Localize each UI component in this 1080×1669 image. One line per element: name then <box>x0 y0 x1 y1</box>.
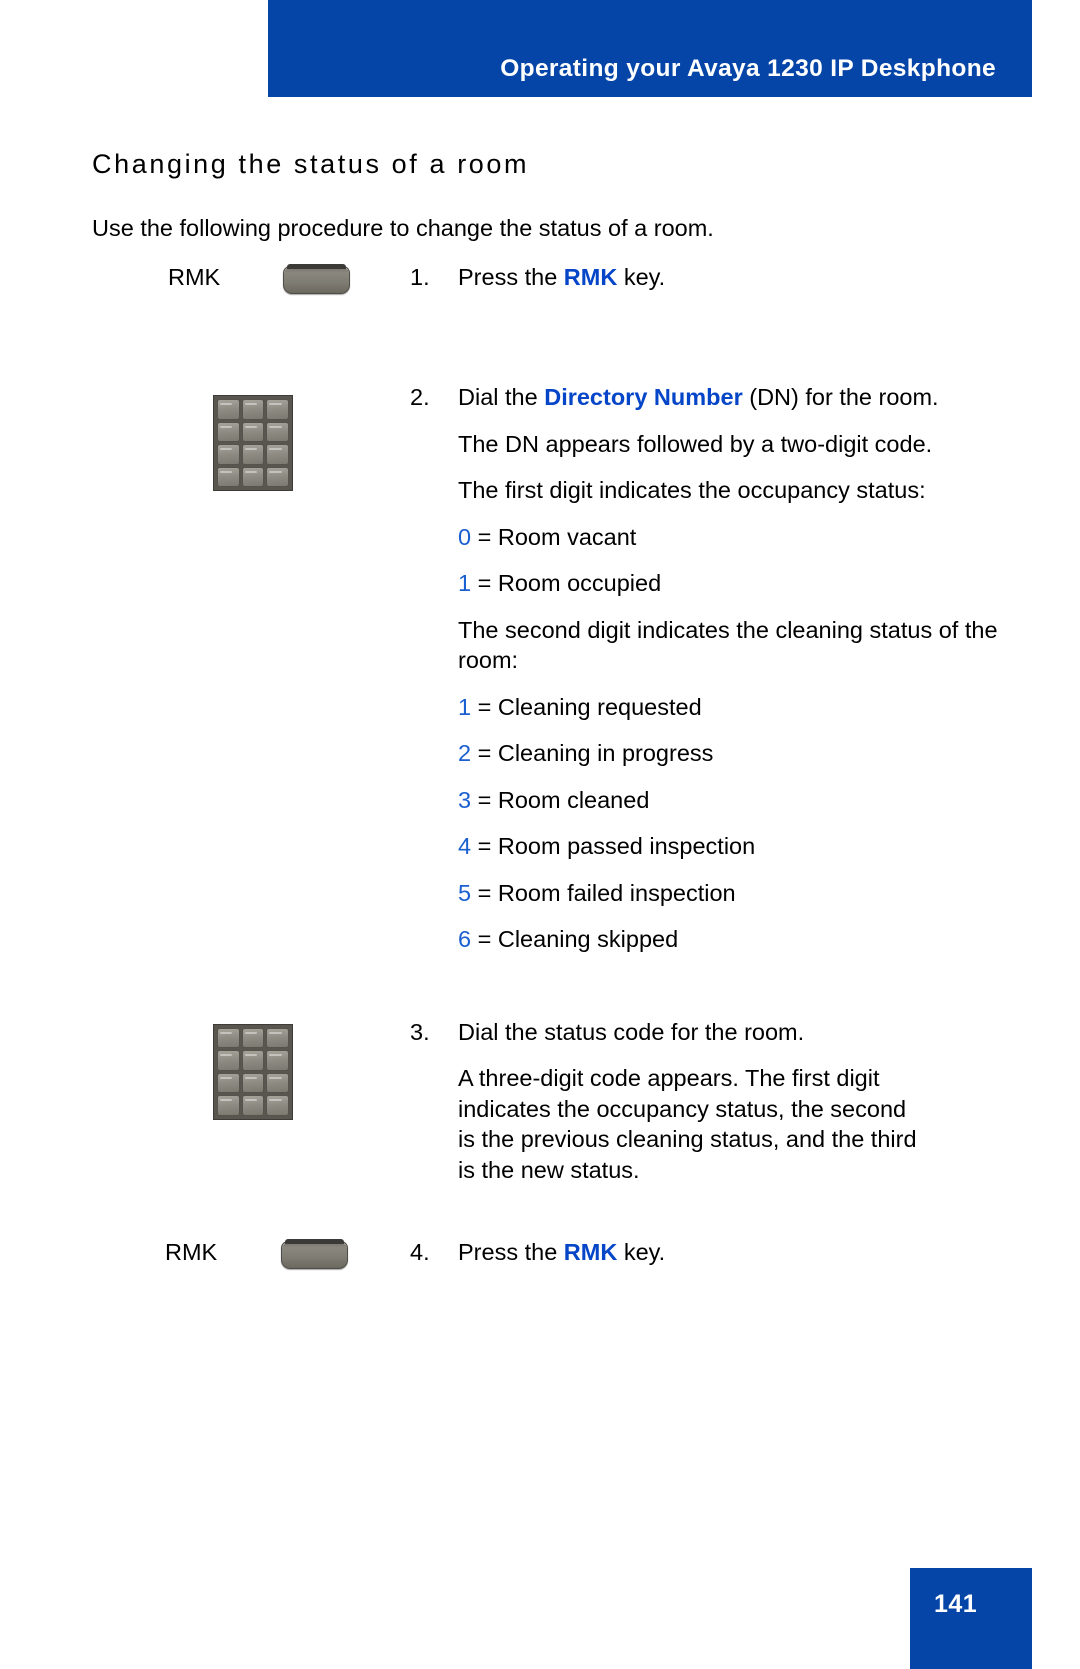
step-keyword: RMK <box>563 264 618 290</box>
step-row: 3. Dial the status code for the room. A … <box>0 1017 1080 1186</box>
code-digit: 0 <box>458 523 472 550</box>
keypad-key <box>266 1050 289 1071</box>
step-4-body: 4. Press the RMK key. <box>410 1237 1080 1268</box>
cleaning-intro-paragraph: The second digit indicates the cleaning … <box>458 616 998 674</box>
step-row: RMK 4. Press the RMK key. <box>0 1237 1080 1297</box>
keypad-key <box>241 1095 265 1116</box>
page-number: 141 <box>934 1590 978 1618</box>
cleaning-code-item: 1 = Cleaning requested <box>458 692 1040 723</box>
step-number: 1. <box>410 264 430 290</box>
code-label: = Room failed inspection <box>471 879 736 906</box>
code-digit: 5 <box>458 879 472 906</box>
page-number-box: 141 <box>910 1568 1032 1669</box>
step-text-after: key. <box>617 1239 666 1265</box>
occupancy-code-item: 1 = Room occupied <box>458 568 1040 599</box>
keypad-key <box>217 444 240 465</box>
step-subparagraph: The DN appears followed by a two-digit c… <box>458 430 933 457</box>
code-digit: 4 <box>458 833 472 859</box>
step-4-art: RMK <box>0 1237 410 1297</box>
step-text-before: Press the <box>458 1239 564 1265</box>
step-number: 3. <box>410 1018 430 1045</box>
step-row: 2. Dial the Directory Number (DN) for th… <box>0 382 1080 955</box>
keypad-key <box>241 444 265 465</box>
keypad-key <box>241 1027 265 1048</box>
code-label: = Room occupied <box>471 570 662 596</box>
step-text: Dial the status code for the room. <box>458 1018 805 1045</box>
keypad-key <box>266 421 289 442</box>
code-label: = Room passed inspection <box>471 833 756 859</box>
keypad-key <box>241 466 265 487</box>
step-text-after: key. <box>617 264 666 290</box>
keypad-key <box>266 1072 289 1093</box>
code-label: = Room vacant <box>471 523 637 550</box>
step-text-before: Dial the <box>458 384 545 410</box>
keypad-icon <box>213 1023 293 1120</box>
procedure-steps: RMK 1. Press the RMK key. 2. Dial the Di… <box>0 262 1080 1297</box>
code-label: = Cleaning skipped <box>471 926 679 952</box>
cleaning-code-item: 3 = Room cleaned <box>458 785 1040 816</box>
code-digit: 6 <box>458 926 472 952</box>
keypad-key <box>266 399 289 420</box>
cleaning-code-item: 6 = Cleaning skipped <box>458 924 1040 955</box>
cleaning-code-item: 5 = Room failed inspection <box>458 878 1040 909</box>
step-subparagraph: The first digit indicates the occupancy … <box>458 477 926 503</box>
keypad-key <box>217 1050 240 1071</box>
keypad-key <box>266 1095 289 1116</box>
step-text-after: (DN) for the room. <box>742 384 939 410</box>
code-digit: 3 <box>458 786 472 813</box>
step-2-art <box>0 382 410 502</box>
cleaning-code-item: 4 = Room passed inspection <box>458 831 1040 862</box>
step-number: 4. <box>410 1239 430 1265</box>
keypad-key <box>217 1095 240 1116</box>
step-number: 2. <box>410 384 430 410</box>
code-label: = Cleaning in progress <box>471 740 714 766</box>
code-label: = Room cleaned <box>471 786 650 813</box>
rmk-key-label: RMK <box>165 1239 218 1265</box>
step-text: Press the RMK key. <box>458 262 1040 293</box>
keypad-key <box>241 1072 265 1093</box>
keypad-key <box>241 399 265 420</box>
rmk-key-icon <box>283 264 350 294</box>
keypad-key <box>217 399 240 420</box>
keypad-key <box>217 1027 240 1048</box>
step-subparagraph: A three-digit code appears. The first di… <box>458 1065 917 1183</box>
keypad-icon <box>213 395 293 491</box>
step-3-body: 3. Dial the status code for the room. A … <box>410 1017 1080 1186</box>
keypad-key <box>217 1072 240 1093</box>
keypad-key <box>241 421 265 442</box>
code-digit: 1 <box>458 693 472 720</box>
header-title: Operating your Avaya 1230 IP Deskphone <box>500 55 996 82</box>
step-1-body: 1. Press the RMK key. <box>410 262 1080 293</box>
step-1-art: RMK <box>0 262 410 294</box>
step-keyword: Directory Number <box>544 384 743 410</box>
step-2-body: 2. Dial the Directory Number (DN) for th… <box>410 382 1080 955</box>
keypad-key <box>266 1027 289 1048</box>
step-text-before: Press the <box>458 264 564 290</box>
header-banner: Operating your Avaya 1230 IP Deskphone <box>268 0 1032 97</box>
cleaning-code-item: 2 = Cleaning in progress <box>458 738 1040 769</box>
code-label: = Cleaning requested <box>471 693 702 720</box>
step-keyword: RMK <box>563 1239 618 1265</box>
intro-paragraph: Use the following procedure to change th… <box>92 214 714 241</box>
step-row: RMK 1. Press the RMK key. <box>0 262 1080 354</box>
rmk-key-label: RMK <box>168 264 221 290</box>
keypad-key <box>241 1050 265 1071</box>
code-digit: 2 <box>458 740 472 766</box>
rmk-key-icon <box>281 1239 348 1269</box>
step-text: Press the RMK key. <box>458 1237 1040 1268</box>
occupancy-code-item: 0 = Room vacant <box>458 522 1040 553</box>
step-text: Dial the Directory Number (DN) for the r… <box>458 382 1040 413</box>
step-3-art <box>0 1017 410 1137</box>
keypad-key <box>217 421 240 442</box>
code-digit: 1 <box>458 570 472 596</box>
keypad-key <box>217 466 240 487</box>
keypad-key <box>266 444 289 465</box>
keypad-key <box>266 466 289 487</box>
page-title: Changing the status of a room <box>92 149 530 180</box>
